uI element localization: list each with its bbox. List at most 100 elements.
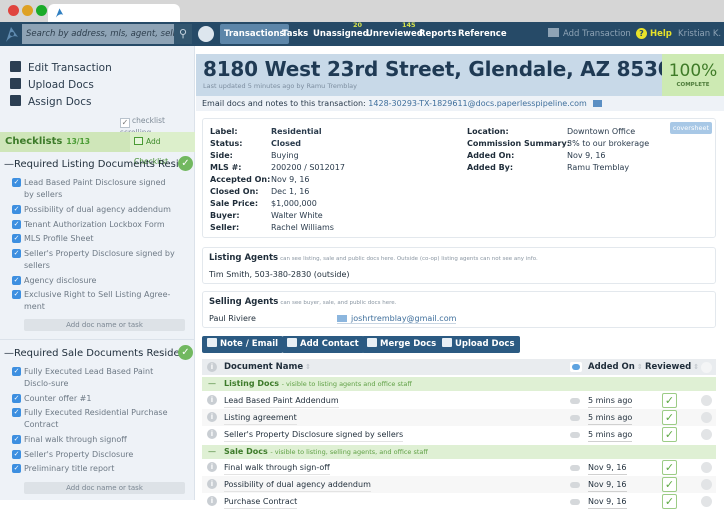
- user-menu[interactable]: Kristian K.: [678, 22, 721, 46]
- minimize-window-button[interactable]: [22, 5, 33, 16]
- checklist-item[interactable]: ✓ Fully Executed Lead Based Paint Disclo-…: [12, 366, 177, 390]
- doc-group-header[interactable]: — Sale Docs - visible to listing, selling…: [202, 445, 716, 459]
- doc-group-header[interactable]: — Listing Docs - visible to listing agent…: [202, 377, 716, 391]
- search-input[interactable]: Search by address, mls, agent, seller, b…: [22, 24, 174, 44]
- checkbox-checked-icon[interactable]: ✓: [12, 178, 21, 187]
- table-row[interactable]: i Listing agreement 5 mins ago ✓: [202, 409, 716, 426]
- table-row[interactable]: i Final walk through sign-off Nov 9, 16 ✓: [202, 459, 716, 476]
- checkbox-checked-icon[interactable]: ✓: [12, 450, 21, 459]
- gear-icon[interactable]: [701, 496, 712, 507]
- checklist-item[interactable]: ✓ Preliminary title report: [12, 463, 177, 475]
- checkbox-checked-icon[interactable]: ✓: [12, 205, 21, 214]
- column-reviewed[interactable]: Reviewed ⇕: [645, 359, 699, 375]
- doc-name-link[interactable]: Lead Based Paint Addendum: [224, 394, 339, 408]
- gear-icon[interactable]: [701, 362, 712, 373]
- reviewed-checkbox[interactable]: ✓: [662, 460, 677, 475]
- checkbox-checked-icon[interactable]: ✓: [12, 464, 21, 473]
- gear-icon[interactable]: [701, 412, 712, 423]
- close-window-button[interactable]: [8, 5, 19, 16]
- checkbox-checked-icon[interactable]: ✓: [12, 220, 21, 229]
- checklist-item[interactable]: ✓ Final walk through signoff: [12, 434, 177, 446]
- gear-icon[interactable]: [701, 462, 712, 473]
- collapse-icon[interactable]: —: [208, 379, 216, 388]
- checkbox-checked-icon[interactable]: ✓: [12, 290, 21, 299]
- comment-filter-icon[interactable]: [570, 362, 582, 372]
- column-added-on[interactable]: Added On ⇕: [588, 359, 643, 375]
- gear-icon[interactable]: [701, 429, 712, 440]
- nav-unassigned[interactable]: Unassigned 20: [313, 21, 369, 46]
- checklist-item[interactable]: ✓ Tenant Authorization Lockbox Form: [12, 219, 177, 231]
- note-email-button[interactable]: Note / Email: [202, 336, 284, 353]
- comment-icon[interactable]: [570, 465, 580, 471]
- add-doc-input[interactable]: Add doc name or task: [24, 319, 185, 331]
- nav-reports[interactable]: Reports: [419, 22, 457, 46]
- table-row[interactable]: i Possibility of dual agency addendum Nov …: [202, 476, 716, 493]
- checkbox-checked-icon[interactable]: ✓: [12, 367, 21, 376]
- listing-agent[interactable]: Tim Smith, 503-380-2830 (outside): [209, 270, 350, 279]
- info-icon[interactable]: i: [207, 412, 217, 422]
- info-icon[interactable]: i: [207, 395, 217, 405]
- app-logo-icon[interactable]: [3, 25, 21, 43]
- dashboard-gauge-icon[interactable]: [198, 26, 214, 42]
- checklist-item[interactable]: ✓ Seller's Property Disclosure: [12, 449, 177, 461]
- doc-name-link[interactable]: Final walk through sign-off: [224, 461, 330, 475]
- checklist-item[interactable]: ✓ Exclusive Right to Sell Listing Agree-m…: [12, 289, 177, 313]
- checklist-group-header[interactable]: —Required Listing Documents Residential: [4, 159, 189, 170]
- comment-icon[interactable]: [570, 415, 580, 421]
- browser-tab[interactable]: [48, 4, 180, 22]
- gear-icon[interactable]: [701, 395, 712, 406]
- reviewed-checkbox[interactable]: ✓: [662, 393, 677, 408]
- checklist-group-header[interactable]: —Required Sale Documents Residential: [4, 348, 189, 359]
- doc-name-link[interactable]: Listing agreement: [224, 411, 297, 425]
- maximize-window-button[interactable]: [36, 5, 47, 16]
- nav-tasks[interactable]: Tasks: [282, 22, 308, 46]
- info-icon[interactable]: i: [207, 429, 217, 439]
- comment-icon[interactable]: [570, 482, 580, 488]
- doc-name-link[interactable]: Purchase Contract: [224, 495, 298, 509]
- comment-icon[interactable]: [570, 432, 580, 438]
- sort-icon[interactable]: ⇕: [693, 363, 699, 371]
- checklist-item[interactable]: ✓ Seller's Property Disclosure signed by …: [12, 248, 177, 272]
- checklist-item[interactable]: ✓ Fully Executed Residential Purchase Con…: [12, 407, 177, 431]
- edit-transaction-link[interactable]: Edit Transaction: [10, 60, 112, 76]
- transaction-email-link[interactable]: 1428-30293-TX-1829611@docs.paperlesspipe…: [368, 99, 587, 108]
- reviewed-checkbox[interactable]: ✓: [662, 427, 677, 442]
- add-contact-button[interactable]: Add Contact: [282, 336, 364, 353]
- reviewed-checkbox[interactable]: ✓: [662, 477, 677, 492]
- nav-reference[interactable]: Reference: [458, 22, 507, 46]
- upload-docs-link[interactable]: Upload Docs: [10, 77, 94, 93]
- doc-name-link[interactable]: Possibility of dual agency addendum: [224, 478, 371, 492]
- vcard-icon[interactable]: [593, 100, 603, 107]
- comment-icon[interactable]: [570, 398, 580, 404]
- add-transaction-button[interactable]: Add Transaction: [548, 22, 631, 46]
- add-checklist-button[interactable]: Add Checklist: [130, 132, 195, 166]
- checklist-item[interactable]: ✓ Possibility of dual agency addendum: [12, 204, 177, 216]
- info-icon[interactable]: i: [207, 362, 217, 372]
- checklist-item[interactable]: ✓ MLS Profile Sheet: [12, 233, 177, 245]
- checkbox-icon[interactable]: ✓: [120, 118, 130, 128]
- table-row[interactable]: i Purchase Contract Nov 9, 16 ✓: [202, 493, 716, 510]
- table-row[interactable]: i Seller's Property Disclosure signed by …: [202, 426, 716, 443]
- sort-icon[interactable]: ⇕: [637, 363, 643, 371]
- coversheet-button[interactable]: coversheet: [669, 122, 712, 134]
- checklist-item[interactable]: ✓ Lead Based Paint Disclosure signed by s…: [12, 177, 177, 201]
- reviewed-checkbox[interactable]: ✓: [662, 410, 677, 425]
- help-button[interactable]: ? Help: [636, 22, 672, 46]
- collapse-icon[interactable]: —: [208, 447, 216, 456]
- checkbox-checked-icon[interactable]: ✓: [12, 394, 21, 403]
- selling-agent-email-link[interactable]: joshrtremblay@gmail.com: [337, 314, 457, 324]
- checkbox-checked-icon[interactable]: ✓: [12, 435, 21, 444]
- sort-icon[interactable]: ⇕: [305, 363, 311, 371]
- search-icon[interactable]: ⚲: [174, 24, 192, 44]
- checkbox-checked-icon[interactable]: ✓: [12, 408, 21, 417]
- checkbox-checked-icon[interactable]: ✓: [12, 234, 21, 243]
- info-icon[interactable]: i: [207, 479, 217, 489]
- checklist-item[interactable]: ✓ Counter offer #1: [12, 393, 177, 405]
- info-icon[interactable]: i: [207, 496, 217, 506]
- table-row[interactable]: i Lead Based Paint Addendum 5 mins ago ✓: [202, 392, 716, 409]
- checklist-item[interactable]: ✓ Agency disclosure: [12, 275, 177, 287]
- gear-icon[interactable]: [701, 479, 712, 490]
- selling-agent[interactable]: Paul Riviere: [209, 314, 256, 323]
- assign-docs-link[interactable]: Assign Docs: [10, 94, 91, 110]
- column-document-name[interactable]: Document Name ⇕: [224, 359, 311, 375]
